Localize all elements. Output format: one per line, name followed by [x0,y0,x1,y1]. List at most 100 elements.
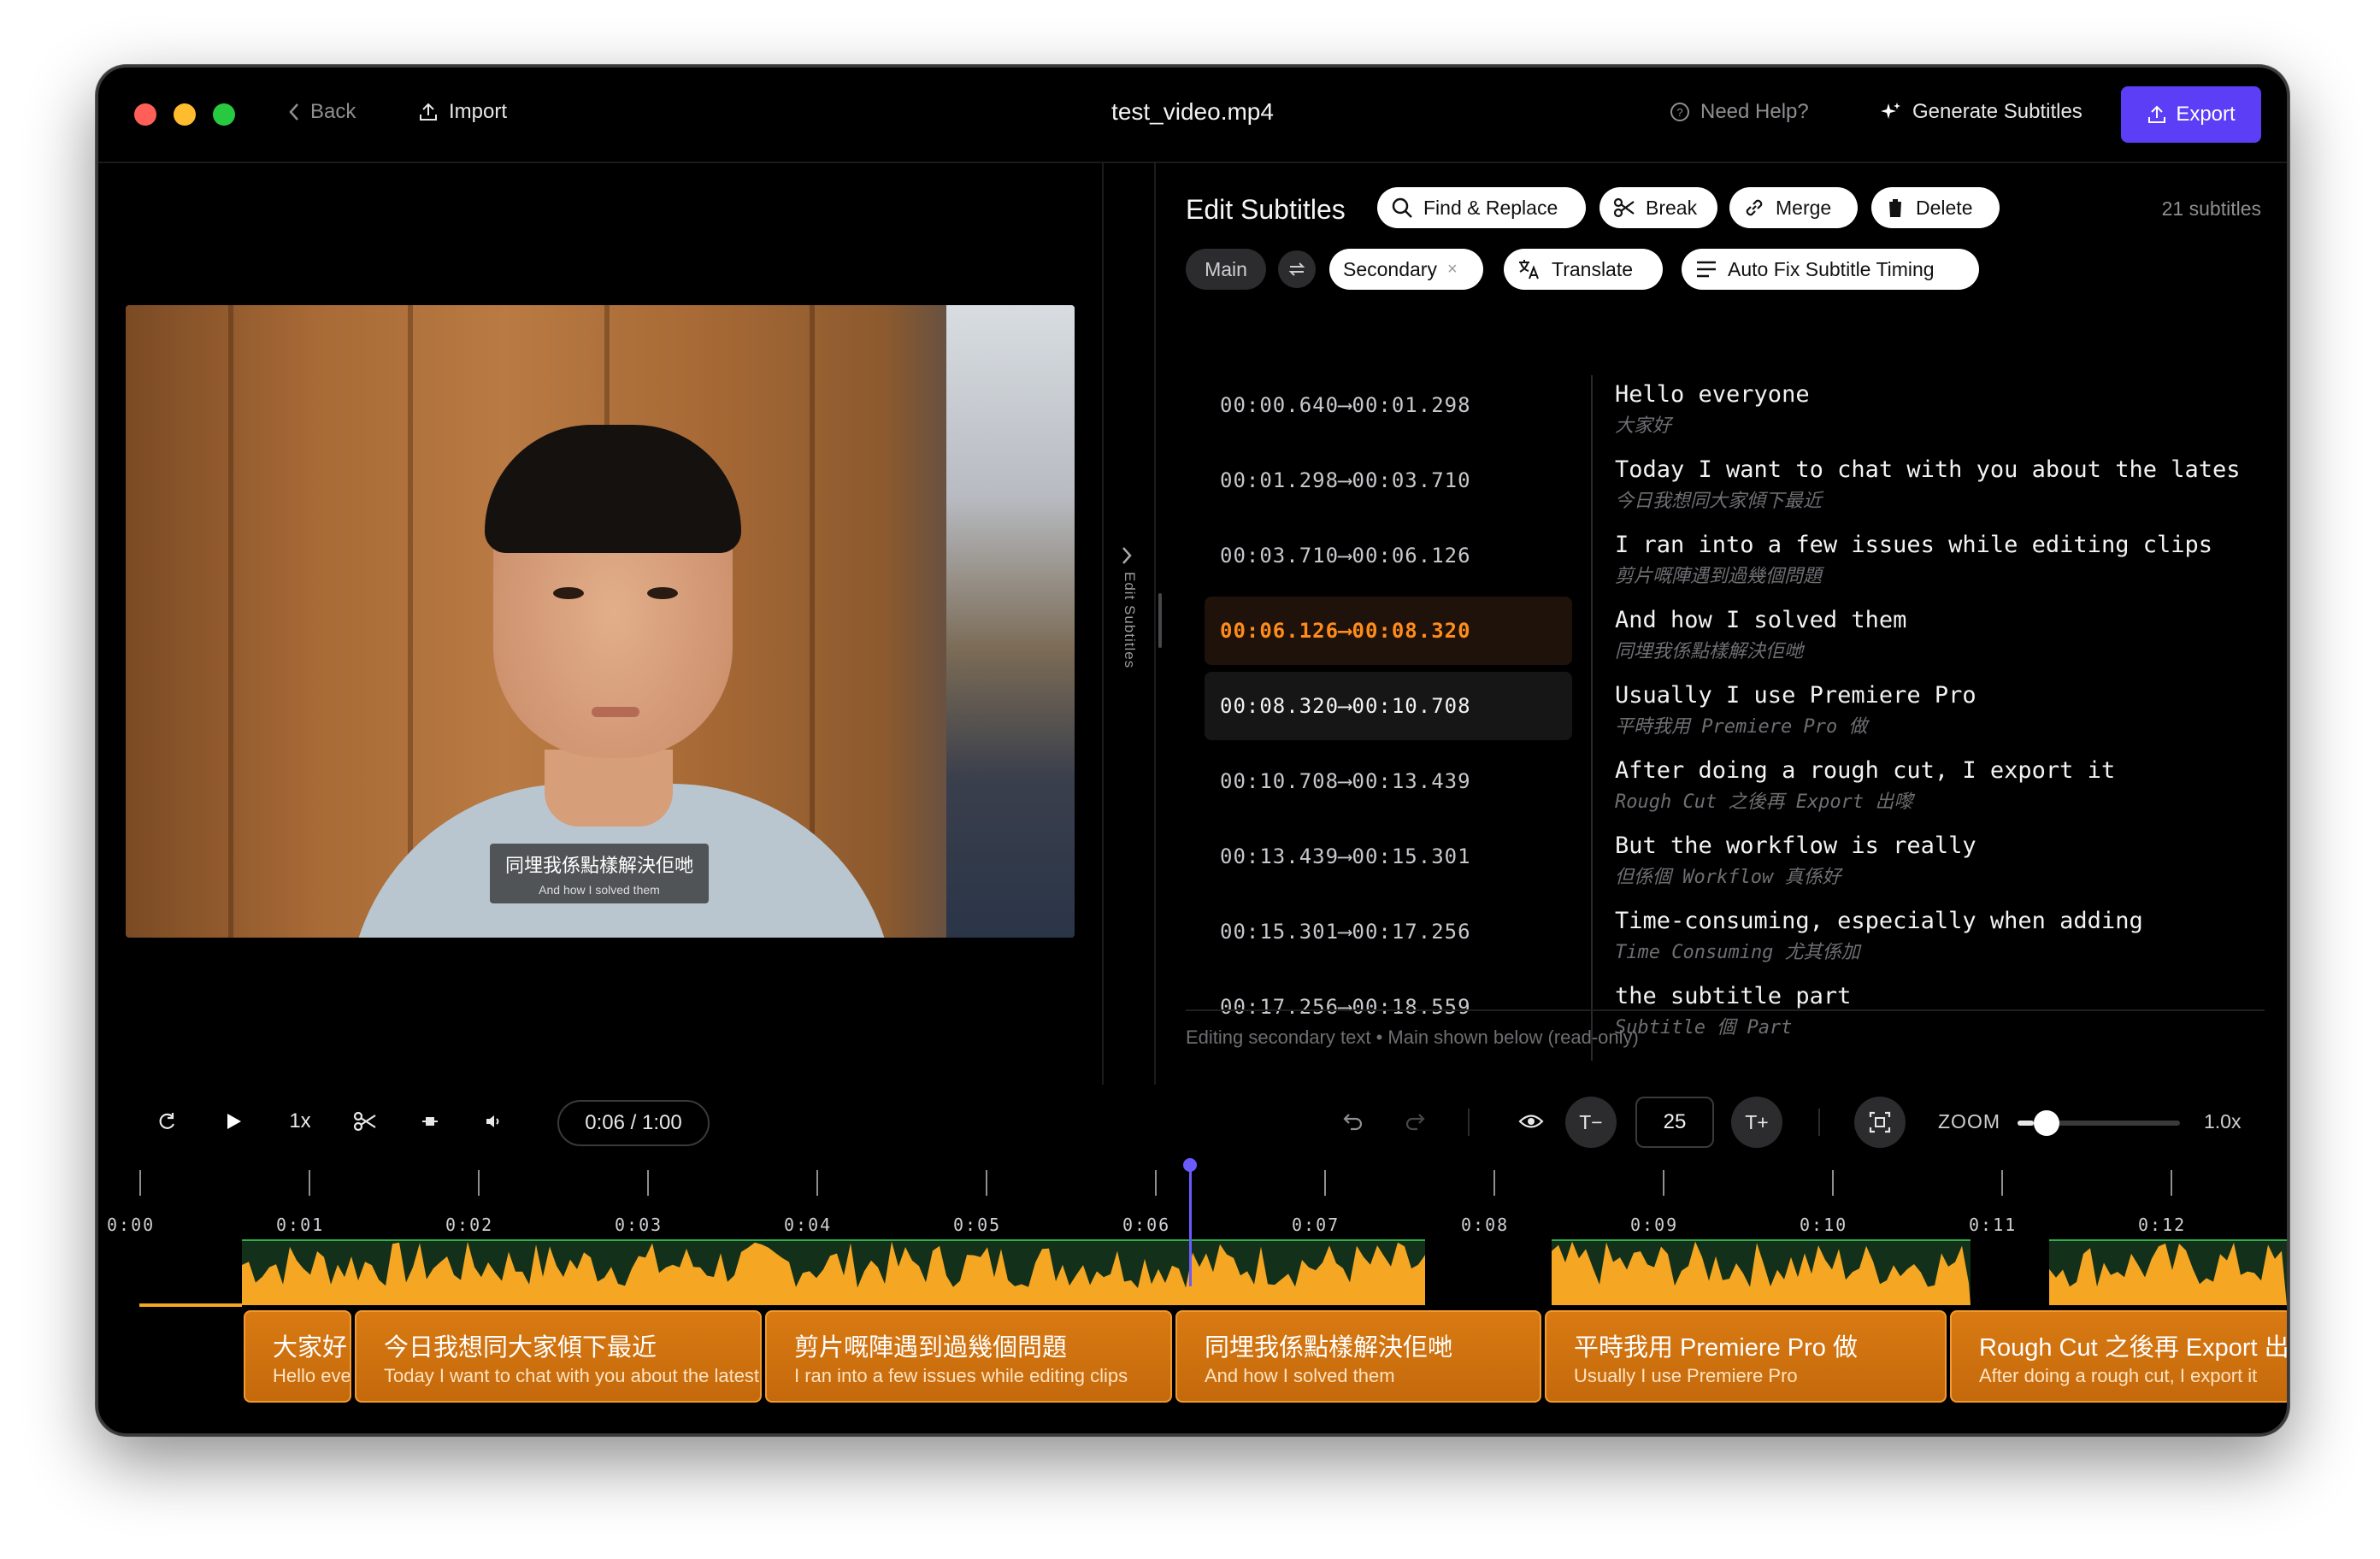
subtitle-clip[interactable]: 剪片嘅陣遇到過幾個問題 I ran into a few issues whil… [765,1310,1172,1403]
eye-icon [1518,1115,1544,1128]
clip-main-text: 大家好 [273,1334,348,1362]
subtitle-secondary-text[interactable]: Rough Cut 之後再 Export 出嚟 [1615,786,1912,814]
subtitle-timing[interactable]: 00:03.710 ⟶ 00:06.126 [1205,521,1572,590]
subtitle-clip[interactable]: Rough Cut 之後再 Export 出嚟 After doing a ro… [1950,1310,2287,1403]
playhead-handle[interactable] [1183,1158,1197,1172]
generate-subtitles-label: Generate Subtitles [1912,100,2082,123]
video-subtitle-overlay: 同埋我係點樣解決佢哋 And how I solved them [490,844,709,903]
decrease-font-button[interactable]: T− [1565,1097,1617,1148]
swap-tracks-button[interactable] [1278,250,1316,288]
clip-main-text: 平時我用 Premiere Pro 做 [1574,1334,1858,1362]
translate-button[interactable]: Translate [1504,249,1663,290]
subtitle-row[interactable]: 00:00.640 ⟶ 00:01.298 Hello everyone 大家好 [1205,371,2265,439]
subtitle-main-text: But the workflow is really [1615,832,1976,859]
play-icon [227,1114,241,1129]
subtitle-secondary-text[interactable]: Time Consuming 尤其係加 [1615,937,1860,964]
subtitle-secondary-text[interactable]: 剪片嘅陣遇到過幾個問題 [1615,561,1822,588]
redo-button[interactable] [1396,1093,1434,1150]
subtitle-timing[interactable]: 00:10.708 ⟶ 00:13.439 [1205,747,1572,815]
loop-button[interactable] [148,1093,186,1150]
redo-loop-icon [159,1113,175,1129]
video-preview[interactable]: 同埋我係點樣解決佢哋 And how I solved them [126,305,1075,938]
subtitle-row-active[interactable]: 00:06.126 ⟶ 00:08.320 And how I solved t… [1205,597,2265,665]
subtitle-timing[interactable]: 00:06.126 ⟶ 00:08.320 [1205,597,1572,665]
subtitle-timing[interactable]: 00:13.439 ⟶ 00:15.301 [1205,822,1572,891]
subtitle-clip-active[interactable]: 同埋我係點樣解決佢哋 And how I solved them [1175,1310,1541,1403]
zoom-slider-knob[interactable] [2034,1110,2059,1136]
subtitle-clip[interactable]: 大家好 Hello everyone [244,1310,351,1403]
scissors-icon [353,1111,376,1132]
help-icon: ? [1670,103,1689,121]
merge-button[interactable]: Merge [1729,187,1858,228]
translate-icon [1519,260,1539,279]
resize-handle[interactable] [1158,593,1162,648]
subtitle-secondary-text[interactable]: Subtitle 個 Part [1615,1012,1792,1039]
clip-secondary-text: After doing a rough cut, I export it [1979,1365,2258,1386]
subtitle-main-text: Today I want to chat with you about the … [1615,456,2241,483]
close-icon[interactable]: × [1447,260,1458,279]
split-marker-button[interactable] [411,1093,449,1150]
main-track-tab[interactable]: Main [1186,249,1266,290]
delete-button[interactable]: Delete [1871,187,2000,228]
svg-text:?: ? [1676,106,1682,119]
subtitle-row[interactable]: 00:03.710 ⟶ 00:06.126 I ran into a few i… [1205,521,2265,590]
panel-divider [1102,162,1104,1085]
undo-button[interactable] [1334,1093,1372,1150]
secondary-track-tab[interactable]: Secondary × [1329,249,1483,290]
generate-subtitles-button[interactable]: Generate Subtitles [1880,100,2082,124]
subtitle-secondary-text[interactable]: 平時我用 Premiere Pro 做 [1615,711,1867,738]
subtitle-row[interactable]: 00:01.298 ⟶ 00:03.710 Today I want to ch… [1205,446,2265,515]
playhead[interactable] [1189,1163,1192,1286]
subtitle-secondary-text[interactable]: 同埋我係點樣解決佢哋 [1615,636,1803,663]
subtitle-main-text: After doing a rough cut, I export it [1615,757,2116,784]
subtitle-timing[interactable]: 00:00.640 ⟶ 00:01.298 [1205,371,1572,439]
increase-font-button[interactable]: T+ [1731,1097,1782,1148]
minimize-window-button[interactable] [174,103,196,126]
subtitle-row[interactable]: 00:10.708 ⟶ 00:13.439 After doing a roug… [1205,747,2265,815]
maximize-window-button[interactable] [213,103,235,126]
fit-to-view-button[interactable] [1854,1097,1906,1148]
back-label: Back [310,100,356,123]
toolbar-divider [1468,1109,1470,1136]
search-icon [1392,197,1412,218]
play-button[interactable] [215,1093,252,1150]
subtitle-timing[interactable]: 00:15.301 ⟶ 00:17.256 [1205,897,1572,966]
subtitle-secondary-text[interactable]: 大家好 [1615,410,1671,438]
subtitle-timing[interactable]: 00:01.298 ⟶ 00:03.710 [1205,446,1572,515]
visibility-toggle[interactable] [1512,1093,1550,1150]
column-divider [1591,375,1593,1061]
subtitle-row[interactable]: 00:15.301 ⟶ 00:17.256 Time-consuming, es… [1205,897,2265,966]
subtitle-secondary-text[interactable]: 但係個 Workflow 真係好 [1615,862,1841,889]
list-bottom-divider [1186,1009,2265,1011]
find-replace-button[interactable]: Find & Replace [1377,187,1586,228]
subtitle-secondary-text[interactable]: 今日我想同大家傾下最近 [1615,485,1822,513]
cut-button[interactable] [346,1093,384,1150]
back-button[interactable]: Back [288,100,356,124]
scissors-icon [1613,197,1635,218]
toolbar-divider [1818,1109,1820,1136]
subtitle-timing[interactable]: 00:08.320 ⟶ 00:10.708 [1205,672,1572,740]
upload-icon [420,103,437,121]
volume-button[interactable] [474,1093,512,1150]
clip-main-text: 同埋我係點樣解決佢哋 [1205,1334,1453,1362]
break-button[interactable]: Break [1599,187,1717,228]
subtitle-main-text: And how I solved them [1615,607,1907,633]
edit-subtitles-toggle[interactable]: Edit Subtitles [1121,546,1138,668]
clip-main-text: 今日我想同大家傾下最近 [384,1334,657,1362]
subtitle-clip[interactable]: 平時我用 Premiere Pro 做 Usually I use Premie… [1545,1310,1947,1403]
playback-speed-button[interactable]: 1x [280,1093,321,1150]
need-help-button[interactable]: ? Need Help? [1670,100,1809,124]
swap-icon [1288,262,1305,276]
subtitle-clip[interactable]: 今日我想同大家傾下最近 Today I want to chat with yo… [355,1310,762,1403]
video-subtitle-secondary: And how I solved them [539,883,660,897]
font-size-input[interactable]: 25 [1635,1097,1714,1148]
zoom-label: ZOOM [1938,1110,2000,1132]
zoom-value: 1.0x [2204,1110,2242,1132]
export-button[interactable]: Export [2121,86,2261,143]
subtitle-row[interactable]: 00:13.439 ⟶ 00:15.301 But the workflow i… [1205,822,2265,891]
subtitle-row-selected[interactable]: 00:08.320 ⟶ 00:10.708 Usually I use Prem… [1205,672,2265,740]
auto-fix-timing-button[interactable]: Auto Fix Subtitle Timing [1682,249,1979,290]
clip-secondary-text: I ran into a few issues while editing cl… [794,1365,1128,1386]
import-button[interactable]: Import [418,100,507,124]
close-window-button[interactable] [134,103,156,126]
